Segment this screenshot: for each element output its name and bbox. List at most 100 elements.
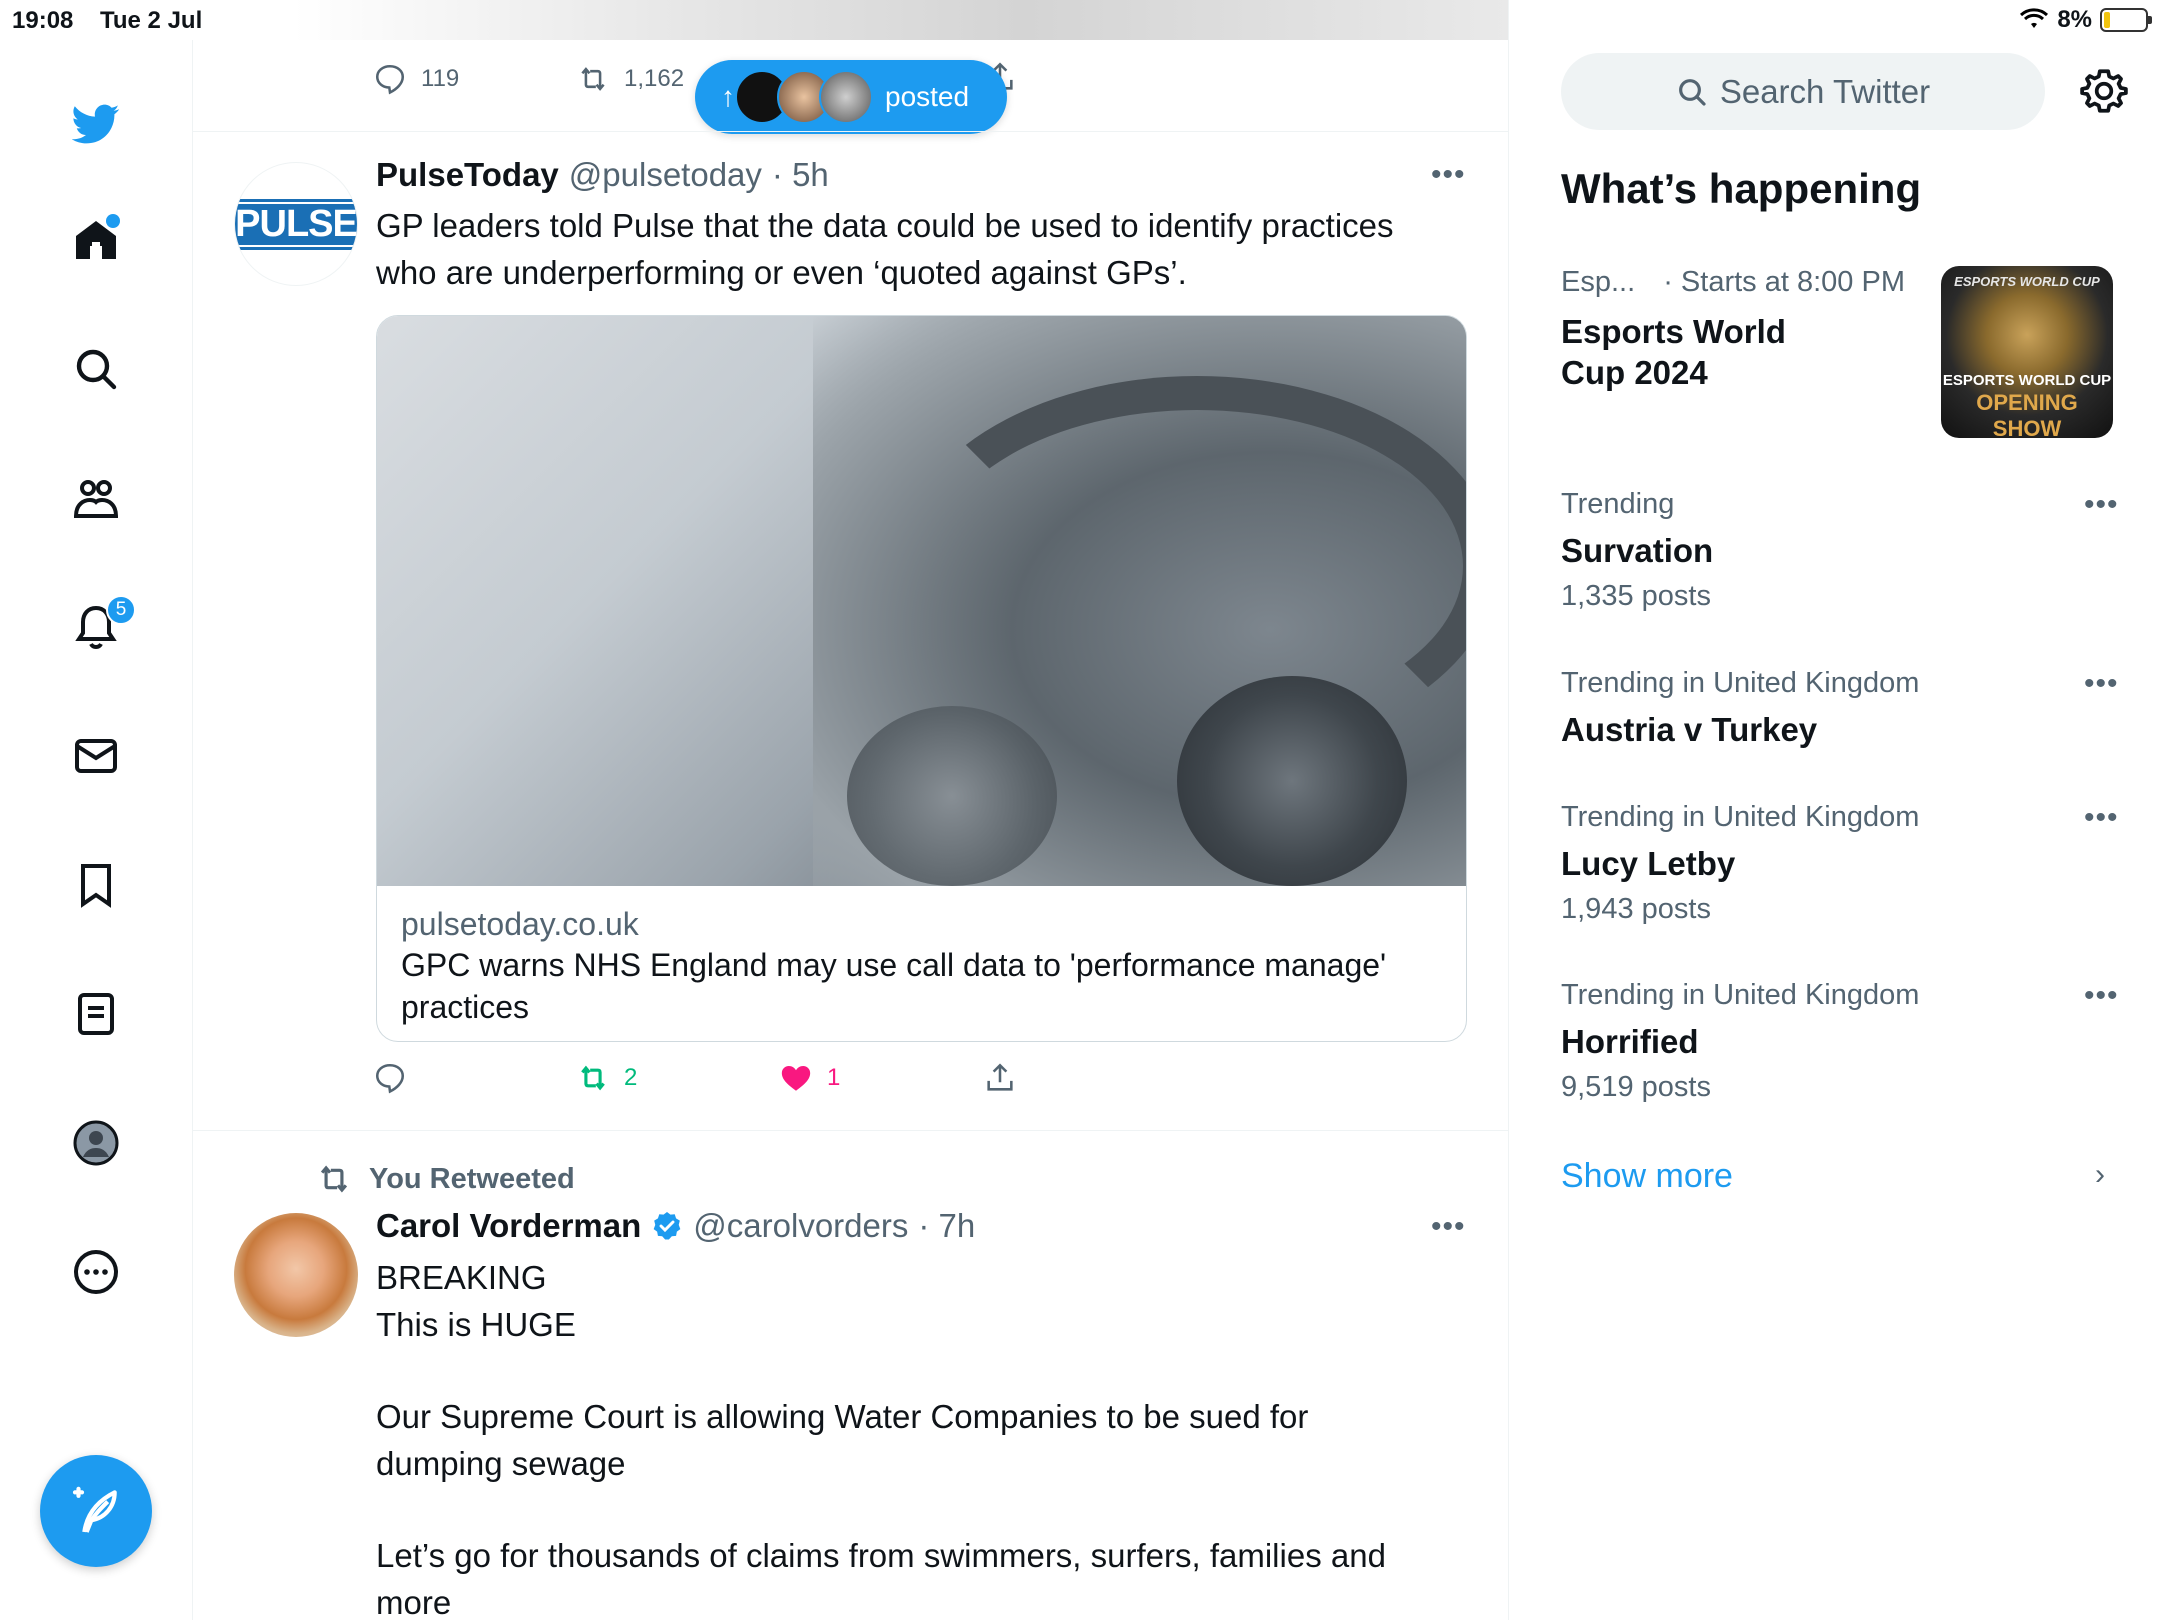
trend-name: Austria v Turkey (1561, 711, 1818, 748)
event-image-text: ESPORTS WORLD CUP (1942, 372, 2112, 389)
author-name[interactable]: Carol Vorderman (376, 1207, 641, 1245)
pill-avatar (819, 70, 873, 124)
tweet-time-value: 7h (938, 1207, 976, 1244)
card-title: GPC warns NHS England may use call data … (401, 947, 1387, 1025)
trend-more-icon[interactable]: ••• (2084, 667, 2119, 701)
event-image: ESPORTS WORLD CUP ESPORTS WORLD CUP OPEN… (1941, 266, 2113, 438)
retweet-button[interactable]: 1,162 (576, 62, 684, 96)
more-circle-icon (74, 1250, 118, 1294)
timeline: 119 1,162 ↑ posted PULSE PulseToday @pul… (193, 0, 1509, 1620)
retweet-button[interactable]: 2 (576, 1061, 637, 1095)
chevron-right-icon[interactable]: › (2095, 1158, 2105, 1192)
envelope-icon (75, 739, 117, 773)
tweet-more-icon[interactable]: ••• (1431, 158, 1466, 192)
tweet-text-line (376, 1348, 1476, 1393)
reply-icon (375, 1063, 405, 1094)
tweet-more-icon[interactable]: ••• (1431, 1210, 1466, 1244)
retweet-icon (581, 1065, 605, 1091)
share-icon (987, 1063, 1013, 1091)
pulsetoday-avatar[interactable]: PULSE (234, 162, 358, 286)
trend-more-icon[interactable]: ••• (2084, 801, 2119, 835)
tweet-header: PulseToday @pulsetoday · 5h (376, 156, 829, 194)
like-button[interactable]: 1 (779, 1061, 840, 1095)
show-more-link[interactable]: Show more (1561, 1157, 1733, 1196)
author-name[interactable]: PulseToday (376, 156, 559, 194)
nav-explore[interactable] (60, 333, 132, 405)
search-icon (1678, 78, 1706, 106)
trend-name: Survation (1561, 532, 1714, 569)
previous-tweet-image-edge (293, 0, 1508, 40)
tweet-text: BREAKING This is HUGE Our Supreme Court … (376, 1254, 1476, 1620)
tweet-text-line: Let’s go for thousands of claims from sw… (376, 1537, 1386, 1574)
reply-button[interactable]: 119 (373, 62, 459, 96)
tweet-text-line: Our Supreme Court is allowing Water Comp… (376, 1398, 1309, 1435)
card-image-earpiece (1177, 676, 1407, 886)
retweet-icon (320, 1165, 348, 1193)
link-card[interactable]: pulsetoday.co.uk GPC warns NHS England m… (376, 315, 1467, 1042)
tweet-time: · 7h (918, 1207, 976, 1244)
nav-profile[interactable] (60, 1107, 132, 1179)
card-image (377, 316, 1466, 886)
verified-badge-icon (653, 1212, 681, 1240)
tweet-header: Carol Vorderman @carolvorders · 7h (376, 1207, 975, 1245)
nav-lists[interactable] (60, 978, 132, 1050)
twitter-logo-icon[interactable] (60, 88, 132, 160)
retweeted-label: You Retweeted (315, 1160, 575, 1198)
trend-more-icon[interactable]: ••• (2084, 979, 2119, 1013)
trend-name: Horrified (1561, 1023, 1699, 1060)
trend-name: Lucy Letby (1561, 845, 1736, 882)
card-image-earpiece (847, 706, 1057, 886)
lists-icon (78, 993, 114, 1035)
status-time: 19:08 (12, 7, 74, 34)
trend-meta: Trending in United Kingdom (1561, 667, 1920, 699)
profile-avatar-icon (73, 1120, 119, 1166)
tweet-text-line (376, 1487, 1476, 1532)
event-image-text: ESPORTS WORLD CUP (1954, 274, 2100, 289)
new-posts-pill[interactable]: ↑ posted (695, 60, 1007, 134)
status-date: Tue 2 Jul (100, 7, 203, 34)
retweeted-label-text: You Retweeted (369, 1162, 575, 1195)
trend-more-icon[interactable]: ••• (2084, 488, 2119, 522)
event-meta: Esp... · Starts at 8:00 PM (1561, 266, 1905, 299)
nav-home[interactable] (60, 204, 132, 276)
tweet-text: GP leaders told Pulse that the data coul… (376, 202, 1476, 296)
right-sidebar: Search Twitter What’s happening Esp... ·… (1509, 0, 2160, 1620)
trend-posts: 9,519 posts (1561, 1071, 1711, 1103)
trend-meta: Trending (1561, 488, 1675, 520)
whats-happening-title: What’s happening (1561, 165, 1922, 212)
trend-meta: Trending in United Kingdom (1561, 801, 1920, 833)
nav-notifications[interactable]: 5 (60, 591, 136, 663)
nav-bookmarks[interactable] (60, 849, 132, 921)
nav-more[interactable] (60, 1236, 132, 1308)
nav-communities[interactable] (60, 462, 132, 534)
home-unread-dot (106, 214, 120, 228)
compose-feather-icon (72, 1486, 117, 1533)
gear-icon[interactable] (2079, 66, 2129, 116)
event-image-text: OPENING SHOW (1976, 390, 2078, 438)
compose-tweet-button[interactable] (40, 1455, 152, 1567)
bookmark-icon (81, 864, 111, 908)
tweet-text-line: more (376, 1584, 452, 1620)
author-handle[interactable]: @carolvorders (693, 1207, 908, 1245)
search-input[interactable]: Search Twitter (1561, 53, 2045, 130)
tweet-divider (193, 131, 1508, 132)
carol-vorderman-avatar[interactable] (234, 1213, 358, 1337)
author-handle[interactable]: @pulsetoday (569, 156, 762, 194)
share-button[interactable] (983, 1061, 1017, 1095)
tweet-time: · 5h (771, 156, 829, 193)
nav-messages[interactable] (60, 720, 132, 792)
event-time: · Starts at 8:00 PM (1663, 266, 1905, 298)
trend-posts: 1,943 posts (1561, 893, 1711, 925)
event-name: Esports World Cup 2024 (1561, 311, 1786, 393)
arrow-up-icon: ↑ (721, 81, 735, 112)
tweet-text-line: GP leaders told Pulse that the data coul… (376, 207, 1394, 244)
pulse-logo-text: PULSE (235, 198, 357, 250)
search-icon (76, 349, 117, 390)
trend-posts: 1,335 posts (1561, 580, 1711, 612)
event-name-line: Esports World (1561, 313, 1786, 350)
reply-icon (375, 64, 405, 95)
reply-button[interactable] (373, 1061, 407, 1095)
heart-filled-icon (781, 1065, 811, 1091)
tweet-text-line: This is HUGE (376, 1306, 576, 1343)
tweet-time-value: 5h (792, 156, 829, 193)
